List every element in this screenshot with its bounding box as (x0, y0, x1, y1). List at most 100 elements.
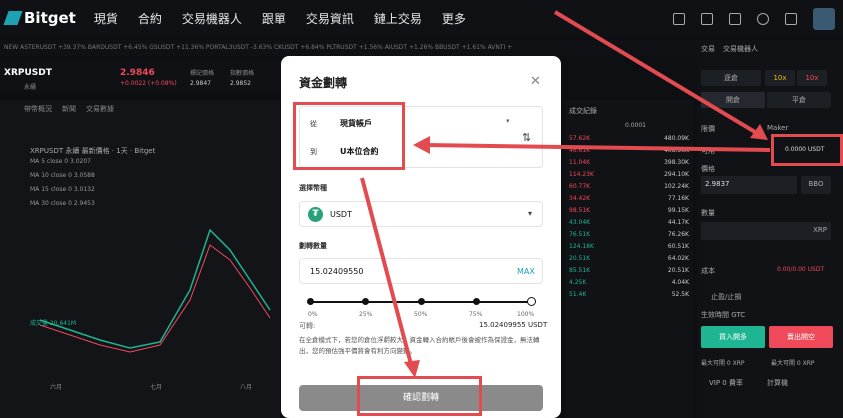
trade-history: 成交紀錄 0.0001 57.62K 480.09K 46.61K 408.50K 11… (565, 100, 693, 418)
tab-news[interactable]: 新聞 (62, 104, 76, 114)
slider-stop-50[interactable] (418, 298, 425, 305)
tick-size[interactable]: 0.0001 (565, 122, 693, 135)
tab-trade[interactable]: 交易 (701, 44, 715, 54)
orderbook-total: 480.09K (664, 135, 689, 142)
amount-value[interactable]: 15.02409550 (310, 267, 363, 276)
orderbook-row[interactable]: 114.23K 294.10K (565, 171, 693, 183)
calculator-link[interactable]: 計算機 (767, 378, 788, 388)
orderbook-row[interactable]: 85.51K 20.51K (565, 267, 693, 279)
qty-label: 數量 (701, 209, 715, 217)
orderbook-total: 408.50K (664, 147, 689, 154)
slider-stop-0[interactable] (307, 298, 314, 305)
globe-icon[interactable] (729, 13, 741, 25)
price-chart[interactable]: 帶幣概況 新聞 交易數據 XRPUSDT 永續 最新價格 · 1天 · Bitg… (0, 100, 280, 418)
annotation-box-available (771, 134, 843, 166)
orderbook-size: 4.25K (569, 279, 587, 286)
swap-icon[interactable]: ⇅ (522, 131, 531, 144)
nav-onchain[interactable]: 鏈上交易 (374, 10, 422, 27)
orderbook-row[interactable]: 57.62K 480.09K (565, 135, 693, 147)
order-type[interactable]: 限價 (701, 124, 715, 134)
slider-handle[interactable] (527, 297, 536, 306)
candlestick-plot (39, 228, 271, 353)
tab-overview[interactable]: 帶幣概況 (24, 104, 52, 114)
slider-stop-25[interactable] (362, 298, 369, 305)
orderbook-row[interactable]: 98.51K 99.15K (565, 207, 693, 219)
orderbook-total: 398.30K (664, 159, 689, 166)
nav-copy[interactable]: 跟單 (262, 10, 286, 27)
tab-data[interactable]: 交易數據 (86, 104, 114, 114)
cost-label: 成本 (701, 267, 715, 275)
amount-slider[interactable] (307, 297, 536, 306)
orderbook-row[interactable]: 124.18K 60.51K (565, 243, 693, 255)
nav-futures[interactable]: 合約 (138, 10, 162, 27)
nav-spot[interactable]: 現貨 (94, 10, 118, 27)
orderbook-size: 114.23K (569, 171, 594, 178)
nav-more[interactable]: 更多 (442, 10, 466, 27)
orderbook-row[interactable]: 4.25K 4.04K (565, 279, 693, 291)
orderbook-size: 85.51K (569, 267, 591, 274)
orderbook-row[interactable]: 60.77K 102.24K (565, 183, 693, 195)
orderbook-row[interactable]: 76.51K 76.26K (565, 231, 693, 243)
coin-label: 選擇幣種 (299, 184, 327, 192)
nav-info[interactable]: 交易資訊 (306, 10, 354, 27)
orderbook-total: 52.5K (671, 291, 689, 298)
orderbook-total: 20.51K (667, 267, 689, 274)
orderbook-row[interactable]: 51.4K 52.5K (565, 291, 693, 303)
margin-mode-button[interactable]: 逐倉 (701, 70, 761, 86)
close-tab[interactable]: 平倉 (767, 92, 831, 108)
avatar[interactable] (813, 8, 835, 30)
bbo-button[interactable]: BBO (801, 176, 831, 194)
index-price: 2.9852 (230, 80, 251, 87)
orderbook-total: 294.10K (664, 171, 689, 178)
modal-title: 資金劃轉 (299, 76, 348, 90)
close-icon[interactable]: ✕ (530, 74, 541, 89)
orderbook-size: 11.04K (569, 159, 591, 166)
qty-input[interactable]: XRP (701, 222, 831, 240)
open-tab[interactable]: 開倉 (701, 92, 765, 108)
tick-100: 100% (517, 311, 535, 318)
orderbook-size: 34.42K (569, 195, 591, 202)
wallet-icon[interactable] (673, 13, 685, 25)
chevron-down-icon[interactable]: ▾ (506, 117, 510, 125)
chevron-down-icon[interactable]: ▾ (528, 209, 532, 218)
maker-label: Maker (767, 124, 789, 132)
tif-select[interactable]: 生效時間 GTC (701, 310, 745, 320)
slider-stop-75[interactable] (473, 298, 480, 305)
ma5-label: MA 5 close 0 3.0207 (30, 158, 91, 165)
orderbook-row[interactable]: 46.61K 408.50K (565, 147, 693, 159)
brand-logo[interactable]: Bitget (3, 9, 76, 27)
chart-title: XRPUSDT 永續 最新價格 · 1天 · Bitget (30, 147, 156, 155)
download-icon[interactable] (701, 13, 713, 25)
orderbook-row[interactable]: 34.42K 77.16K (565, 195, 693, 207)
orderbook-total: 44.17K (667, 219, 689, 226)
pair-symbol[interactable]: XRPUSDT (4, 68, 52, 78)
leverage-long-button[interactable]: 10x (765, 70, 795, 86)
coin-select[interactable]: ₮ USDT ▾ (299, 201, 543, 227)
amount-input[interactable]: 15.02409550 MAX (299, 258, 543, 284)
orderbook-size: 51.4K (569, 291, 587, 298)
tab-trade-bot[interactable]: 交易機器人 (723, 44, 758, 54)
orderbook-header[interactable]: 成交紀錄 (565, 100, 693, 122)
moon-icon[interactable] (757, 13, 769, 25)
max-short: 最大可開 0 XRP (771, 360, 815, 367)
max-button[interactable]: MAX (517, 267, 535, 276)
orderbook-size: 46.61K (569, 147, 591, 154)
orderbook-row[interactable]: 11.04K 398.30K (565, 159, 693, 171)
buy-long-button[interactable]: 買入開多 (701, 326, 765, 348)
price-change: +0.0022 (+0.08%) (120, 80, 177, 87)
orderbook-row[interactable]: 43.04K 44.17K (565, 219, 693, 231)
x-label-july: 七月 (150, 384, 163, 391)
gear-icon[interactable] (785, 13, 797, 25)
max-long: 最大可開 0 XRP (701, 360, 745, 367)
sell-short-button[interactable]: 賣出開空 (769, 326, 833, 348)
orderbook-row[interactable]: 20.51K 64.02K (565, 255, 693, 267)
nav-bots[interactable]: 交易機器人 (182, 10, 242, 27)
orderbook-total: 77.16K (667, 195, 689, 202)
vip-fee[interactable]: VIP 0 費率 (709, 378, 743, 388)
leverage-short-button[interactable]: 10x (797, 70, 827, 86)
price-input[interactable]: 2.9837 (701, 176, 797, 194)
index-label: 指數價格 (230, 70, 255, 77)
orderbook-total: 102.24K (664, 183, 689, 190)
orderbook-total: 60.51K (667, 243, 689, 250)
tpsl-checkbox[interactable]: 止盈/止損 (711, 292, 741, 302)
